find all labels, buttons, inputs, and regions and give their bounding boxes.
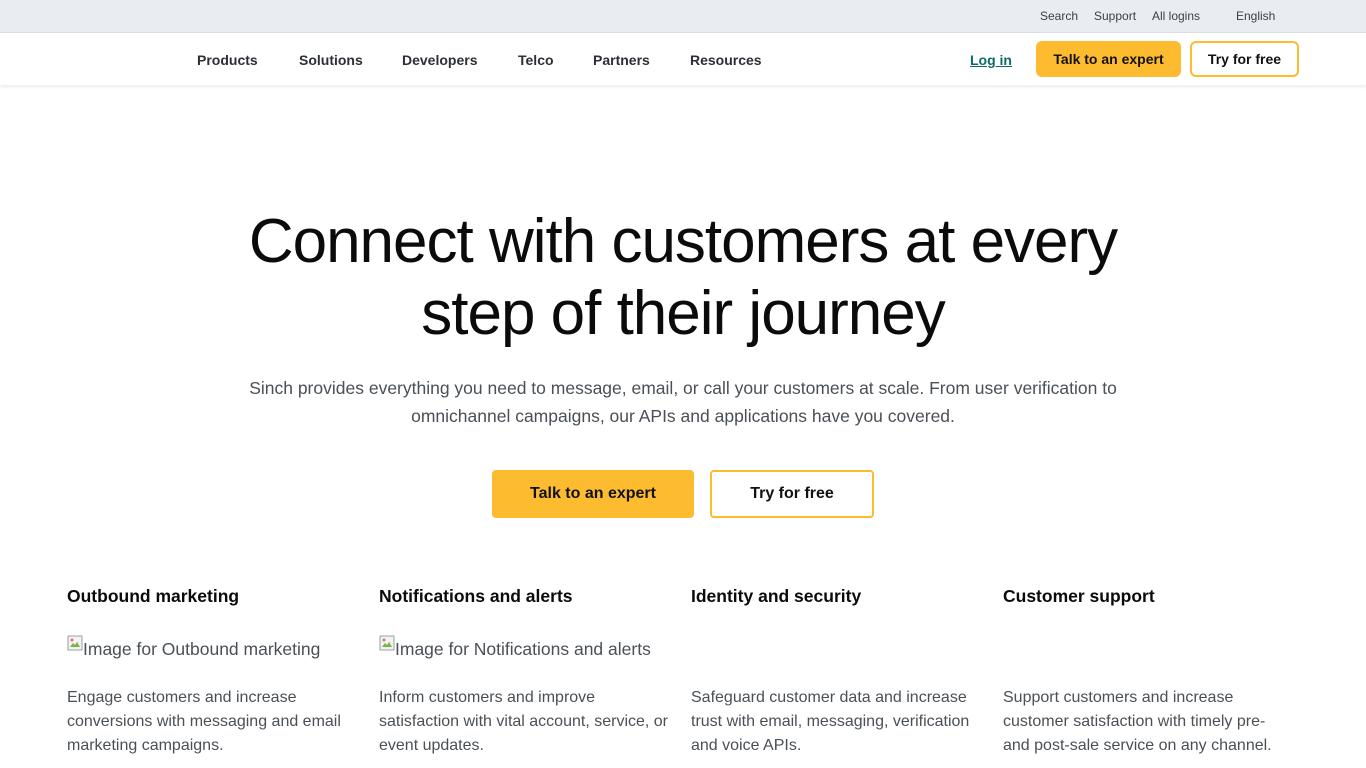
feature-image: Image for Outbound marketing: [67, 635, 357, 662]
hero-title-line-2: step of their journey: [421, 279, 946, 348]
feature-title: Customer support: [1003, 586, 1155, 606]
hero-title-line-1: Connect with customers at every: [248, 207, 1118, 276]
utility-search-link[interactable]: Search: [1040, 9, 1078, 23]
nav-item-developers[interactable]: Developers: [402, 52, 477, 68]
feature-notifications-alerts: Notifications and alerts Image for Notif…: [379, 584, 669, 754]
utility-bar: Search Support All logins English: [0, 0, 1366, 33]
feature-image-alt: Image for Notifications and alerts: [395, 639, 651, 659]
feature-outbound-marketing: Outbound marketing Image for Outbound ma…: [67, 584, 357, 754]
feature-description: Engage customers and increase conversion…: [67, 689, 341, 754]
utility-all-logins-link[interactable]: All logins: [1152, 9, 1200, 23]
hero-try-for-free-button[interactable]: Try for free: [710, 470, 874, 518]
feature-identity-security: Identity and security Safeguard customer…: [691, 584, 981, 754]
feature-title: Outbound marketing: [67, 586, 240, 606]
utility-support-link[interactable]: Support: [1094, 9, 1136, 23]
hero-talk-to-expert-button[interactable]: Talk to an expert: [492, 470, 694, 518]
hero-subtitle-line-1: Sinch provides everything you need to me…: [249, 378, 1117, 398]
nav-item-resources[interactable]: Resources: [690, 52, 762, 68]
nav-item-products[interactable]: Products: [197, 52, 258, 68]
feature-customer-support: Customer support Support customers and i…: [1003, 584, 1293, 754]
broken-image-icon: [379, 635, 395, 651]
nav-item-solutions[interactable]: Solutions: [299, 52, 363, 68]
feature-image: Image for Notifications and alerts: [379, 635, 669, 662]
feature-description: Support customers and increase customer …: [1003, 689, 1272, 754]
feature-image-alt: Image for Outbound marketing: [83, 639, 321, 659]
feature-title: Identity and security: [691, 586, 862, 606]
hero-subtitle-line-2: omnichannel campaigns, our APIs and appl…: [411, 406, 955, 426]
main-nav: Products Solutions Developers Telco Part…: [0, 33, 1366, 85]
hero-title: Connect with customers at every step of …: [183, 206, 1183, 350]
nav-talk-to-expert-button[interactable]: Talk to an expert: [1036, 41, 1181, 77]
login-link[interactable]: Log in: [970, 52, 1012, 68]
nav-item-partners[interactable]: Partners: [593, 52, 650, 68]
nav-try-for-free-button[interactable]: Try for free: [1190, 41, 1299, 77]
language-selector[interactable]: English: [1236, 9, 1275, 23]
broken-image-icon: [67, 635, 83, 651]
feature-title: Notifications and alerts: [379, 586, 573, 606]
nav-item-telco[interactable]: Telco: [518, 52, 554, 68]
feature-description: Inform customers and improve satisfactio…: [379, 689, 669, 754]
feature-description: Safeguard customer data and increase tru…: [691, 689, 970, 754]
hero-subtitle: Sinch provides everything you need to me…: [213, 374, 1153, 430]
